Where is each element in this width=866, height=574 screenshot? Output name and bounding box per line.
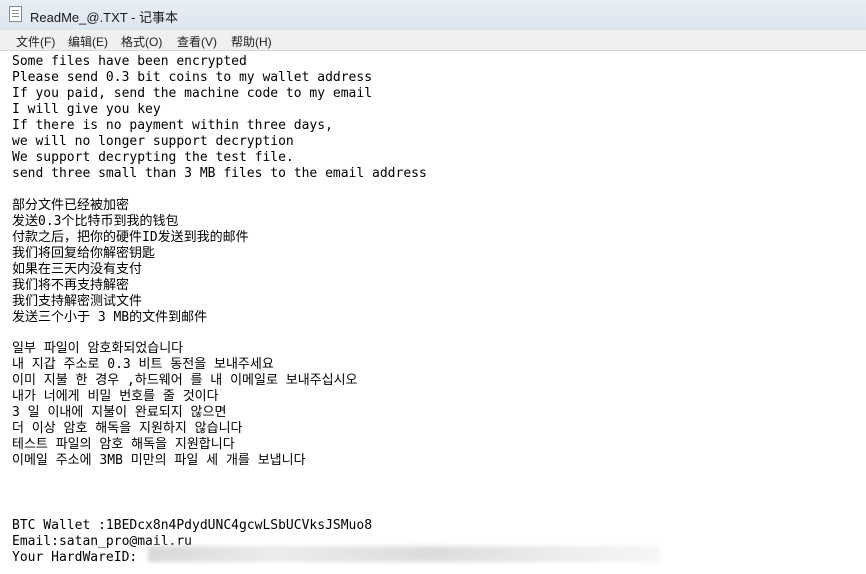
text-line: 部分文件已经被加密 [12, 198, 130, 213]
menu-file[interactable]: 文件(F) [16, 33, 55, 50]
text-line: 我们将不再支持解密 [12, 278, 130, 293]
text-line: 如果在三天内没有支付 [12, 262, 143, 277]
text-line: 发送三个小于 3 MB的文件到邮件 [12, 310, 208, 325]
text-line: we will no longer support decryption [12, 134, 294, 149]
menu-view[interactable]: 查看(V) [177, 33, 217, 50]
text-line: 이메일 주소에 3MB 미만의 파일 세 개를 보냅니다 [12, 453, 306, 468]
text-line: 내 지갑 주소로 0.3 비트 동전을 보내주세요 [12, 357, 274, 372]
text-line: 3 일 이내에 지불이 완료되지 않으면 [12, 405, 227, 420]
text-line: Some files have been encrypted [12, 54, 247, 69]
hardware-id-redacted [148, 546, 660, 562]
text-line: I will give you key [12, 102, 161, 117]
window-title: ReadMe_@.TXT - 记事本 [30, 10, 179, 25]
title-bar: ReadMe_@.TXT - 记事本 [0, 0, 866, 31]
menu-bar: 文件(F) 编辑(E) 格式(O) 查看(V) 帮助(H) [0, 30, 866, 51]
menu-edit[interactable]: 编辑(E) [68, 33, 108, 50]
notepad-icon [9, 6, 22, 22]
text-line: 테스트 파일의 암호 해독을 지원합니다 [12, 437, 235, 452]
text-line: send three small than 3 MB files to the … [12, 166, 427, 181]
text-line: 일부 파일이 암호화되었습니다 [12, 341, 184, 356]
text-line: 我们将回复给你解密钥匙 [12, 246, 156, 261]
text-line: Please send 0.3 bit coins to my wallet a… [12, 70, 373, 85]
text-line: 더 이상 암호 해독을 지원하지 않습니다 [12, 421, 243, 436]
text-line: 我们支持解密测试文件 [12, 294, 143, 309]
text-line: 发送0.3个比特币到我的钱包 [12, 214, 179, 229]
text-line: We support decrypting the test file. [12, 150, 294, 165]
text-line: 내가 너에게 비밀 번호를 줄 것이다 [12, 389, 219, 404]
text-line: 付款之后，把你的硬件ID发送到我的邮件 [12, 230, 249, 245]
btc-wallet-line: BTC Wallet :1BEDcx8n4PdydUNC4gcwLSbUCVks… [12, 518, 373, 533]
text-line: If there is no payment within three days… [12, 118, 333, 133]
text-editor-area[interactable]: Some files have been encrypted Please se… [0, 51, 866, 574]
text-line: 이미 지불 한 경우 ,하드웨어 를 내 이메일로 보내주십시오 [12, 373, 358, 388]
text-line: If you paid, send the machine code to my… [12, 86, 373, 101]
hardware-id-label: Your HardWareID: [12, 550, 138, 565]
menu-help[interactable]: 帮助(H) [231, 33, 272, 50]
menu-format[interactable]: 格式(O) [121, 33, 162, 50]
